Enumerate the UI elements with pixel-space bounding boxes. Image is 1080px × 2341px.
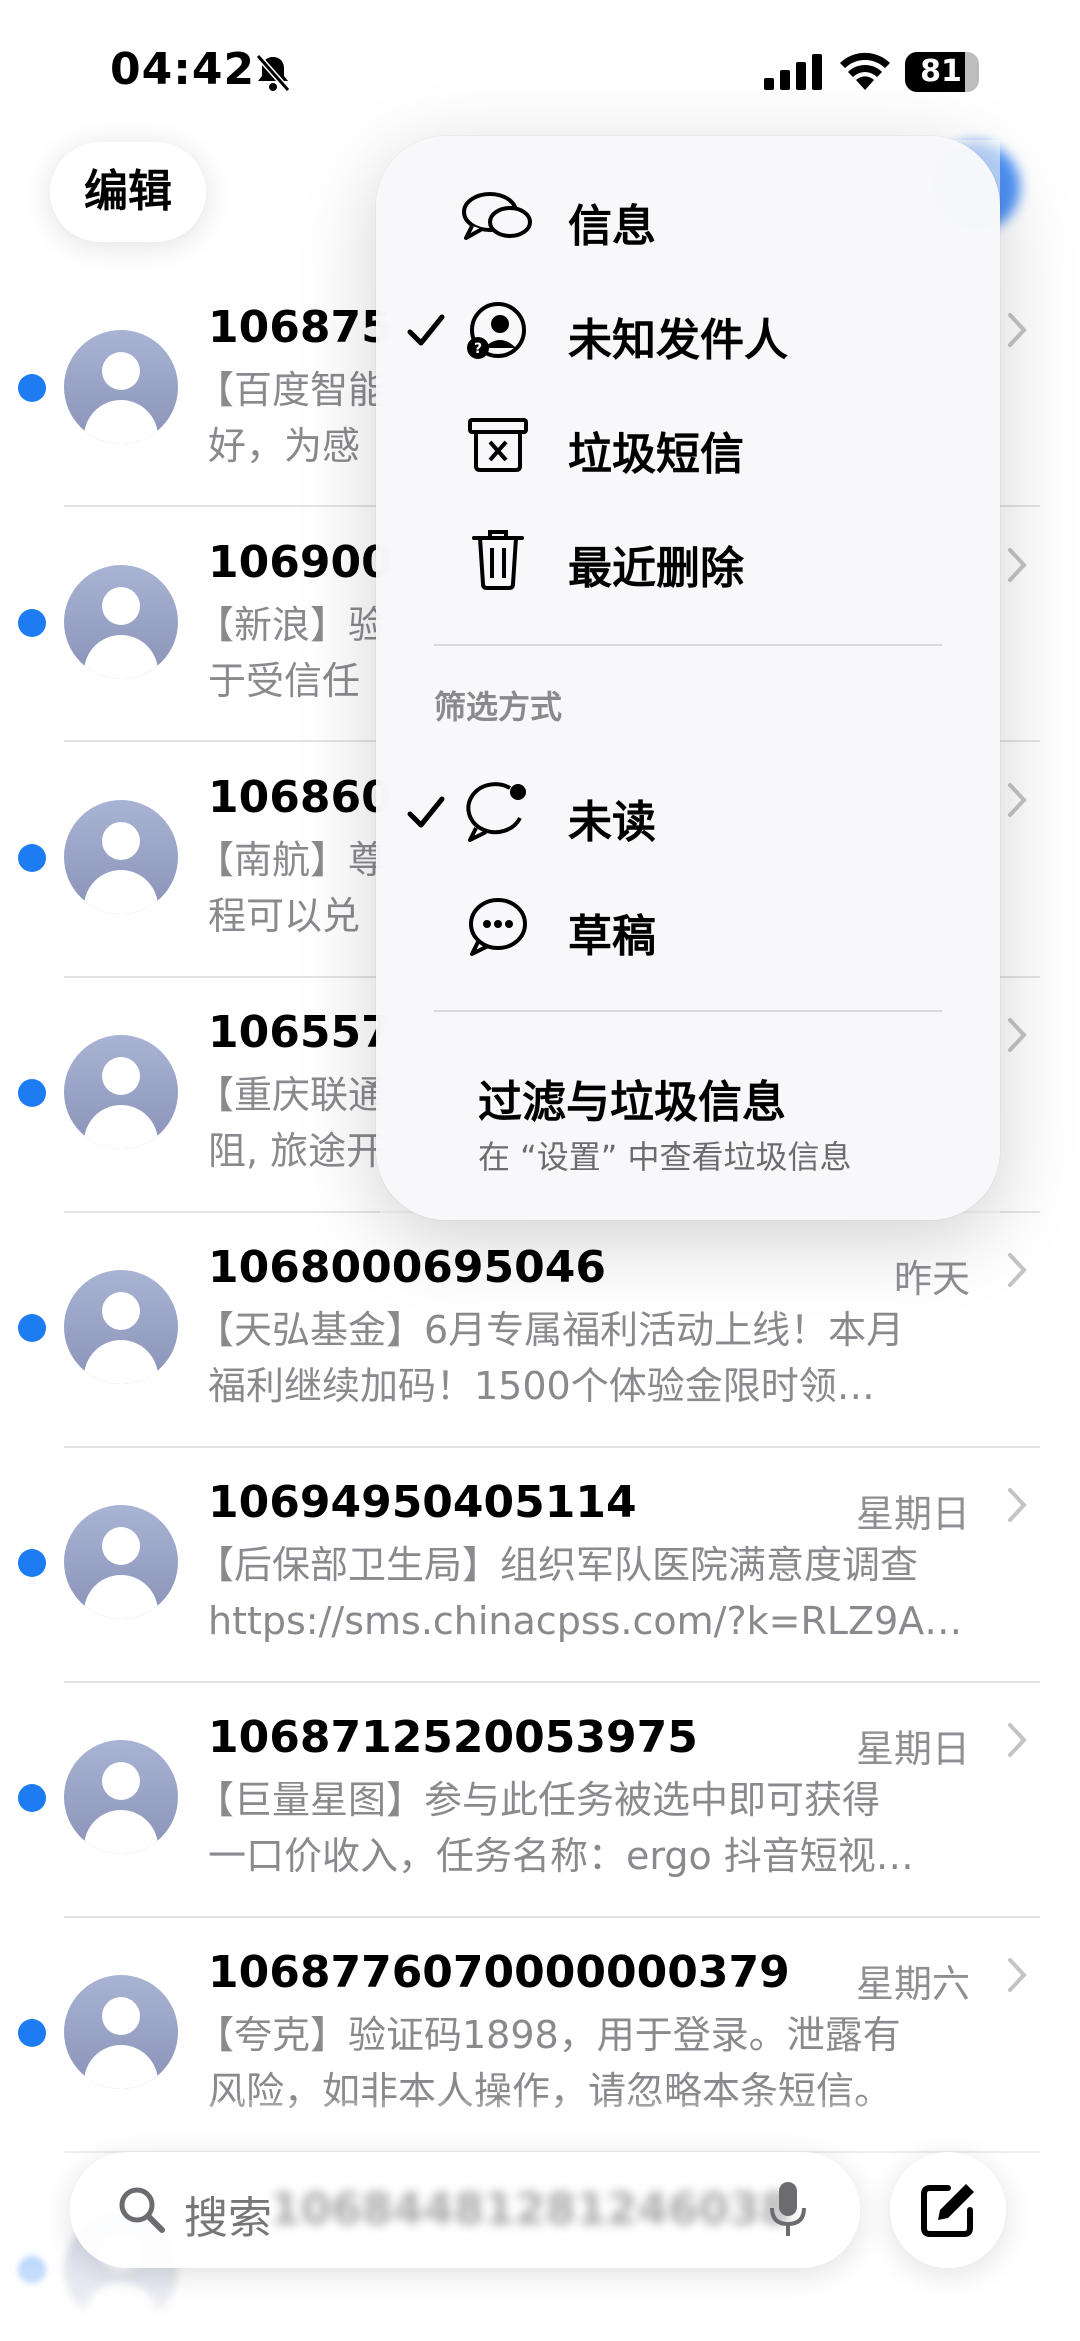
sender-name: 106875 bbox=[208, 302, 392, 353]
battery-level: 81 bbox=[920, 54, 962, 89]
unread-bubble-icon bbox=[466, 782, 526, 842]
sender-name: 106860 bbox=[208, 772, 392, 823]
bell-slash-icon bbox=[255, 54, 291, 92]
status-time: 04:42 bbox=[110, 44, 256, 95]
menu-label: 信息 bbox=[568, 201, 656, 252]
menu-item-messages[interactable]: 信息 bbox=[376, 162, 1000, 272]
avatar bbox=[64, 800, 178, 914]
sender-name: 1068000695046 bbox=[208, 1242, 606, 1293]
chevron-right-icon bbox=[1008, 1723, 1027, 1757]
sender-name: 106900 bbox=[208, 537, 392, 588]
menu-item-drafts[interactable]: 草稿 bbox=[376, 872, 1000, 982]
divider bbox=[64, 1916, 1040, 1918]
draft-bubble-icon bbox=[469, 898, 527, 956]
list-item[interactable]: 1068000695046 昨天 【天弘基金】6月专属福利活动上线！本月 福利继… bbox=[0, 1230, 1080, 1466]
search-placeholder: 搜索 bbox=[184, 2193, 272, 2244]
avatar bbox=[64, 330, 178, 444]
unread-dot bbox=[18, 1784, 46, 1812]
menu-item-unread[interactable]: 未读 bbox=[376, 758, 1000, 868]
avatar bbox=[64, 565, 178, 679]
avatar bbox=[64, 1975, 178, 2089]
svg-text:?: ? bbox=[474, 341, 482, 357]
avatar bbox=[64, 1505, 178, 1619]
avatar bbox=[64, 1035, 178, 1149]
unknown-sender-icon: ? bbox=[467, 302, 526, 359]
trash-icon bbox=[472, 530, 524, 590]
chevron-right-icon bbox=[1008, 313, 1027, 347]
blurred-sender: 10684481281246038 bbox=[270, 2184, 791, 2235]
sender-name: 106557 bbox=[208, 1007, 392, 1058]
search-icon bbox=[119, 2187, 165, 2233]
message-time: 星期日 bbox=[855, 1492, 970, 1536]
checkmark-icon bbox=[407, 796, 445, 828]
list-item[interactable]: 10694950405114 星期日 【后保部卫生局】组织军队医院满意度调查 h… bbox=[0, 1465, 1080, 1701]
filter-menu: 信息 ? 未知发件人 垃圾短信 最近删除 筛选方式 未读 草稿 过滤与垃圾信息 … bbox=[376, 136, 1000, 1220]
menu-label: 未知发件人 bbox=[568, 315, 788, 366]
chevron-right-icon bbox=[1008, 1018, 1027, 1052]
menu-item-filtering-junk[interactable]: 过滤与垃圾信息 在 “设置” 中查看垃圾信息 bbox=[376, 1026, 1000, 1186]
sender-name: 1068776070000000379 bbox=[208, 1947, 790, 1998]
chevron-right-icon bbox=[1008, 1253, 1027, 1287]
microphone-icon[interactable] bbox=[768, 2180, 808, 2240]
menu-label: 未读 bbox=[568, 797, 656, 848]
preview-line-1: 【天弘基金】6月专属福利活动上线！本月 bbox=[196, 1308, 905, 1352]
battery-indicator: 81 bbox=[905, 52, 985, 92]
avatar bbox=[64, 1270, 178, 1384]
compose-button[interactable] bbox=[890, 2152, 1006, 2268]
chevron-right-icon bbox=[1008, 548, 1027, 582]
menu-section-label: 筛选方式 bbox=[434, 688, 563, 726]
sender-name: 1068712520053975 bbox=[208, 1712, 698, 1763]
junk-bin-icon bbox=[468, 418, 528, 472]
message-bubbles-icon bbox=[462, 192, 532, 240]
unread-dot bbox=[18, 1314, 46, 1342]
chevron-right-icon bbox=[1008, 1488, 1027, 1522]
list-item[interactable]: 1068712520053975 星期日 【巨量星图】参与此任务被选中即可获得 … bbox=[0, 1700, 1080, 1936]
edit-button[interactable]: 编辑 bbox=[50, 142, 206, 242]
preview-line-2: 一口价收入，任务名称：ergo 抖音短视… bbox=[208, 1834, 914, 1878]
menu-divider bbox=[434, 1010, 942, 1012]
message-time: 星期六 bbox=[855, 1962, 970, 2006]
divider bbox=[64, 1446, 1040, 1448]
compose-icon bbox=[921, 2184, 974, 2237]
menu-label: 草稿 bbox=[568, 911, 656, 962]
checkmark-icon bbox=[407, 314, 445, 346]
status-bar: 04:42 81 bbox=[0, 0, 1080, 140]
search-input[interactable]: 搜索 10684481281246038 bbox=[70, 2152, 860, 2268]
message-time: 星期日 bbox=[855, 1727, 970, 1771]
signal-icon bbox=[764, 54, 822, 90]
unread-dot bbox=[18, 609, 46, 637]
menu-footer-subtitle: 在 “设置” 中查看垃圾信息 bbox=[478, 1138, 852, 1176]
menu-label: 最近删除 bbox=[568, 543, 744, 594]
avatar bbox=[64, 1740, 178, 1854]
sender-name: 10694950405114 bbox=[208, 1477, 637, 1528]
chevron-right-icon bbox=[1008, 1958, 1027, 1992]
unread-dot bbox=[18, 1549, 46, 1577]
message-time: 昨天 bbox=[893, 1257, 970, 1301]
menu-item-unknown-senders[interactable]: ? 未知发件人 bbox=[376, 276, 1000, 386]
preview-line-2: https://sms.chinacpss.com/?k=RLZ9A… bbox=[208, 1599, 963, 1643]
preview-line-1: 【巨量星图】参与此任务被选中即可获得 bbox=[196, 1778, 881, 1822]
preview-line-1: 【后保部卫生局】组织军队医院满意度调查 bbox=[196, 1543, 919, 1587]
preview-line-1: 【夸克】验证码1898，用于登录。泄露有 bbox=[196, 2013, 901, 2057]
menu-footer-title: 过滤与垃圾信息 bbox=[478, 1077, 786, 1128]
divider bbox=[64, 1681, 1040, 1683]
chevron-right-icon bbox=[1008, 783, 1027, 817]
menu-divider bbox=[434, 644, 942, 646]
unread-dot bbox=[18, 844, 46, 872]
unread-dot bbox=[18, 1079, 46, 1107]
unread-dot bbox=[18, 374, 46, 402]
menu-label: 垃圾短信 bbox=[568, 429, 744, 480]
wifi-icon bbox=[840, 52, 890, 90]
menu-item-recently-deleted[interactable]: 最近删除 bbox=[376, 504, 1000, 614]
menu-item-junk[interactable]: 垃圾短信 bbox=[376, 390, 1000, 500]
preview-line-2: 福利继续加码！1500个体验金限时领… bbox=[208, 1364, 875, 1408]
unread-dot bbox=[18, 2019, 46, 2047]
